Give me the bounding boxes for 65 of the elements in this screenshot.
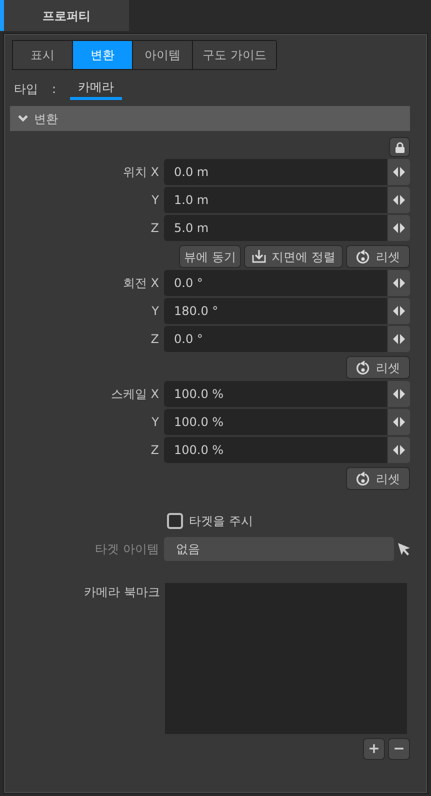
spinner-arrows-icon: [393, 417, 405, 427]
spinner-button[interactable]: [388, 298, 410, 324]
spinner-arrows-icon: [393, 334, 405, 344]
spinner-button[interactable]: [388, 215, 410, 241]
cursor-icon: [398, 542, 410, 556]
spinner-button[interactable]: [388, 409, 410, 435]
lock-button[interactable]: [389, 137, 410, 157]
reset-icon: [356, 360, 370, 376]
number-field[interactable]: 0.0 °: [164, 326, 387, 352]
tab[interactable]: 표시: [13, 41, 73, 69]
spinner-button[interactable]: [388, 270, 410, 296]
number-field[interactable]: 1.0 m: [164, 187, 387, 213]
field-label: 카메라 북마크: [83, 584, 161, 601]
spinner-arrows-icon: [393, 306, 405, 316]
field-label: 스케일 X: [110, 386, 160, 403]
spinner-arrows-icon: [393, 167, 405, 177]
panel-tab[interactable]: 프로퍼티: [0, 0, 129, 31]
number-field[interactable]: 0.0 m: [164, 159, 387, 185]
field-label: 회전 X: [122, 275, 160, 292]
field-label: Z: [150, 331, 160, 348]
reset-button[interactable]: 리셋: [346, 245, 410, 268]
number-field[interactable]: 100.0 %: [164, 437, 387, 463]
number-field[interactable]: 180.0 °: [164, 298, 387, 324]
reset-button[interactable]: 리셋: [346, 467, 410, 490]
spinner-button[interactable]: [388, 159, 410, 185]
spinner-button[interactable]: [388, 326, 410, 352]
field-label: Z: [150, 220, 160, 237]
checkbox[interactable]: [167, 513, 183, 529]
tab[interactable]: 아이템: [133, 41, 193, 69]
spinner-arrows-icon: [393, 278, 405, 288]
spinner-button[interactable]: [388, 187, 410, 213]
separator: :: [52, 81, 56, 98]
number-field[interactable]: 0.0 °: [164, 270, 387, 296]
field-label: 타겟 아이템: [94, 541, 160, 558]
number-field[interactable]: 5.0 m: [164, 215, 387, 241]
spinner-button[interactable]: [388, 437, 410, 463]
number-field[interactable]: 100.0 %: [164, 409, 387, 435]
checkbox-label: 타겟을 주시: [189, 513, 253, 530]
type-label: 타입: [14, 81, 38, 98]
spinner-arrows-icon: [393, 195, 405, 205]
section-header[interactable]: 변환: [10, 106, 410, 131]
sync-to-view-button[interactable]: 뷰에 동기: [179, 245, 241, 268]
reset-icon: [356, 470, 370, 486]
lock-icon: [394, 142, 404, 152]
download-icon: [252, 250, 266, 263]
field-label: Y: [150, 192, 160, 209]
spinner-arrows-icon: [393, 223, 405, 233]
field-label: Y: [150, 414, 160, 431]
field-label: Z: [150, 442, 160, 459]
spinner-button[interactable]: [388, 381, 410, 407]
field-label: 위치 X: [122, 164, 160, 181]
spinner-arrows-icon: [393, 445, 405, 455]
tab[interactable]: 구도 가이드: [193, 41, 277, 69]
remove-button[interactable]: −: [388, 738, 410, 760]
tab[interactable]: 변환: [73, 41, 133, 69]
chevron-down-icon: [18, 115, 28, 122]
section-title: 변환: [34, 110, 58, 128]
reset-button[interactable]: 리셋: [346, 356, 410, 379]
add-button[interactable]: +: [363, 738, 385, 760]
spinner-arrows-icon: [393, 389, 405, 399]
number-field[interactable]: 100.0 %: [164, 381, 387, 407]
type-value[interactable]: 카메라: [70, 78, 122, 100]
field-label: Y: [150, 303, 160, 320]
align-to-ground-button[interactable]: 지면에 정렬: [244, 245, 343, 268]
reset-icon: [356, 248, 370, 264]
